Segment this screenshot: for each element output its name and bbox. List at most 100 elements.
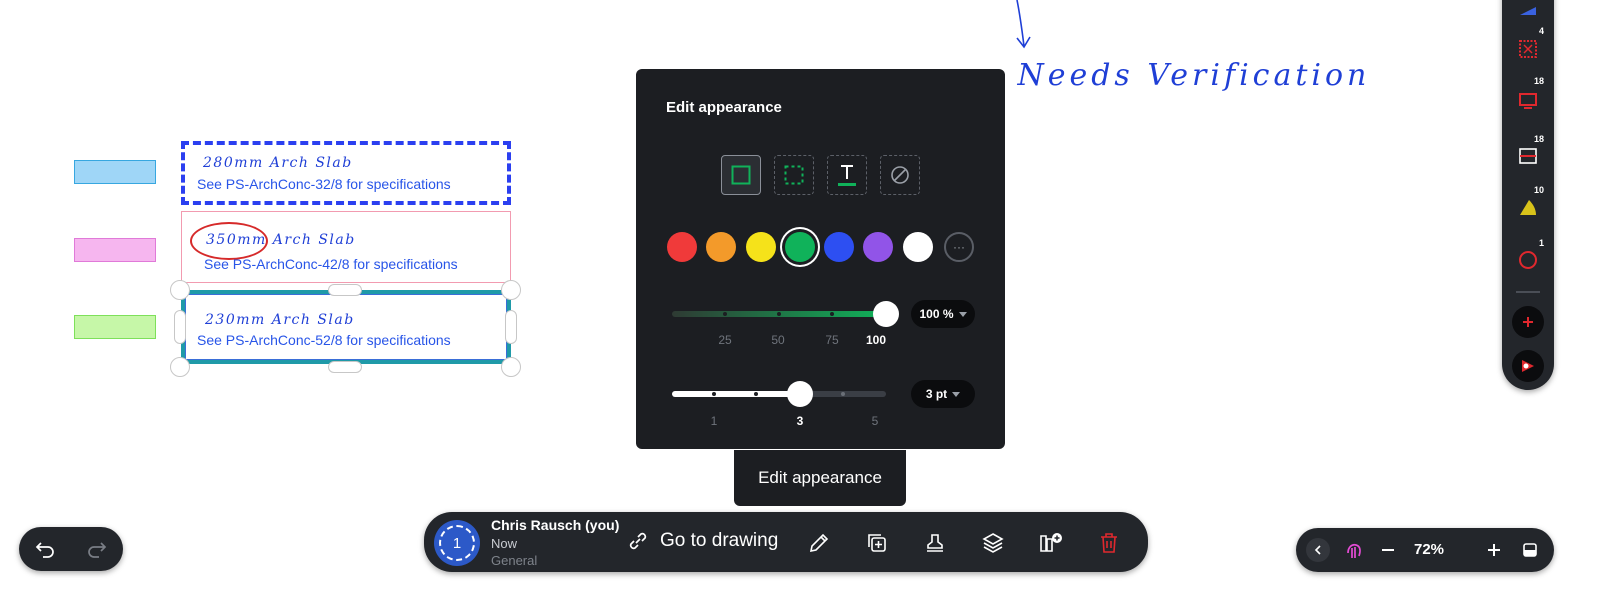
panel-icon: [1523, 543, 1537, 557]
thickness-value: 3 pt: [925, 387, 948, 401]
right-toolbar-item-cloud[interactable]: [1516, 37, 1540, 61]
item-count: 18: [1533, 76, 1544, 86]
edit-appearance-panel: Edit appearance ··· 25 50 75 100 100 % 1…: [636, 69, 1005, 449]
tick-label: 1: [710, 414, 718, 428]
resize-handle[interactable]: [505, 310, 517, 344]
text-underline-button[interactable]: [827, 155, 867, 195]
delete-button[interactable]: [1096, 530, 1122, 556]
add-to-library-button[interactable]: [1038, 530, 1064, 556]
slider-tick: [723, 312, 727, 316]
callout-icon: [1519, 93, 1537, 109]
toolbar-divider: [1516, 291, 1540, 293]
panel-toggle-button[interactable]: [1518, 538, 1542, 562]
text-underline-icon: [838, 165, 856, 186]
tooltip: Edit appearance: [734, 450, 906, 506]
opacity-dropdown[interactable]: 100 %: [911, 300, 975, 328]
user-group: General: [491, 553, 538, 568]
stamp-icon: [927, 534, 943, 552]
avatar[interactable]: 1: [434, 520, 480, 566]
slider-tick: [754, 392, 758, 396]
thickness-slider-knob[interactable]: [787, 381, 813, 407]
panel-title: Edit appearance: [666, 99, 782, 116]
link-icon: [629, 532, 647, 550]
resize-handle[interactable]: [170, 357, 190, 377]
user-name: Chris Rausch (you): [491, 517, 620, 533]
add-markup-button[interactable]: [1512, 306, 1544, 338]
annotation-spec: See PS-ArchConc-52/8 for specifications: [197, 332, 451, 348]
edit-button[interactable]: [806, 530, 832, 556]
go-to-drawing-label: Go to drawing: [660, 530, 779, 551]
annotation-mark: 280mm Arch Slab: [203, 155, 353, 171]
annotation-box[interactable]: 350mm Arch Slab See PS-ArchConc-42/8 for…: [181, 211, 511, 283]
redo-button[interactable]: [85, 537, 109, 561]
revision-cloud-icon: [1519, 40, 1537, 58]
resize-handle[interactable]: [328, 284, 362, 296]
hand-pan-button[interactable]: [1342, 538, 1366, 562]
slider-tick: [712, 392, 716, 396]
swatch-pink[interactable]: [74, 238, 156, 262]
plus-icon: [1488, 544, 1500, 556]
right-toolbar-item-rectangle[interactable]: [1516, 144, 1540, 168]
opacity-slider-knob[interactable]: [873, 301, 899, 327]
dashed-border-icon: [784, 165, 804, 185]
redo-icon: [88, 542, 107, 558]
thickness-slider[interactable]: [672, 391, 886, 397]
go-to-drawing-button[interactable]: Go to drawing: [626, 529, 778, 553]
color-green[interactable]: [785, 232, 815, 262]
annotation-box-selected[interactable]: 230mm Arch Slab See PS-ArchConc-52/8 for…: [181, 290, 511, 364]
tick-label: 100: [865, 333, 887, 347]
resize-handle[interactable]: [174, 310, 186, 344]
drawing-canvas[interactable]: ...n Needs Verification 280mm Arch Slab …: [0, 0, 1600, 601]
swatch-blue[interactable]: [74, 160, 156, 184]
undo-button[interactable]: [33, 537, 57, 561]
annotation-spec: See PS-ArchConc-42/8 for specifications: [204, 256, 458, 272]
resize-handle[interactable]: [328, 361, 362, 373]
arrow-annotation[interactable]: [1000, 0, 1060, 60]
color-red[interactable]: [667, 232, 697, 262]
resize-handle[interactable]: [170, 280, 190, 300]
avatar-number: 1: [439, 525, 475, 561]
resize-handle[interactable]: [501, 357, 521, 377]
shape-icon: [1520, 7, 1536, 15]
more-colors-button[interactable]: ···: [944, 232, 974, 262]
right-toolbar-item-top[interactable]: [1516, 0, 1540, 24]
color-yellow[interactable]: [746, 232, 776, 262]
right-toolbar-item-arc[interactable]: [1516, 195, 1540, 219]
app-logo-button[interactable]: [1512, 350, 1544, 382]
none-icon: [891, 166, 909, 184]
slider-tick: [777, 312, 781, 316]
duplicate-icon: [868, 534, 886, 552]
minus-icon: [1382, 549, 1394, 551]
color-orange[interactable]: [706, 232, 736, 262]
layers-button[interactable]: [980, 530, 1006, 556]
tick-label: 75: [825, 333, 839, 347]
annotation-mark: 350mm Arch Slab: [206, 232, 356, 248]
user-time: Now: [491, 536, 518, 551]
tick-label: 3: [796, 414, 804, 428]
plus-icon: [1523, 317, 1533, 327]
item-count: 18: [1533, 134, 1544, 144]
thickness-dropdown[interactable]: 3 pt: [911, 380, 975, 408]
color-purple[interactable]: [863, 232, 893, 262]
resize-handle[interactable]: [501, 280, 521, 300]
hand-icon: [1347, 543, 1361, 558]
color-blue[interactable]: [824, 232, 854, 262]
collapse-button[interactable]: [1306, 538, 1330, 562]
annotation-box[interactable]: 280mm Arch Slab See PS-ArchConc-32/8 for…: [181, 141, 511, 205]
swatch-green[interactable]: [74, 315, 156, 339]
right-toolbar-item-circle[interactable]: [1516, 248, 1540, 272]
tick-label: 25: [718, 333, 732, 347]
layers-icon: [982, 533, 1004, 553]
duplicate-button[interactable]: [864, 530, 890, 556]
undo-icon: [35, 542, 54, 558]
no-style-button[interactable]: [880, 155, 920, 195]
slider-tick: [830, 312, 834, 316]
right-toolbar-item-callout[interactable]: [1516, 90, 1540, 114]
dashed-border-button[interactable]: [774, 155, 814, 195]
app-logo-icon: [1522, 360, 1534, 372]
color-white[interactable]: [903, 232, 933, 262]
zoom-out-button[interactable]: [1376, 538, 1400, 562]
zoom-in-button[interactable]: [1482, 538, 1506, 562]
stamp-button[interactable]: [922, 530, 948, 556]
solid-border-button[interactable]: [721, 155, 761, 195]
